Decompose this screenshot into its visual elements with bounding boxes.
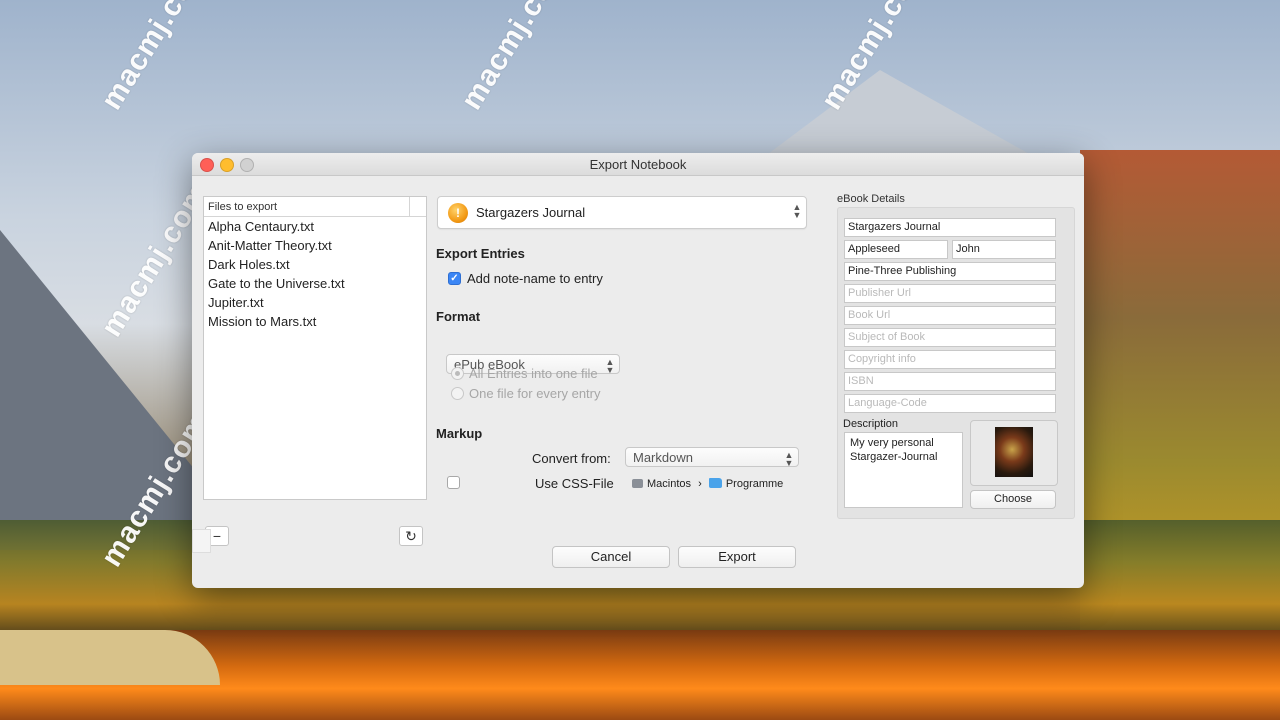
files-list-header[interactable]: Files to export — [204, 197, 426, 217]
add-note-name-checkbox[interactable]: ✓ — [448, 272, 461, 285]
book-url-field[interactable]: Book Url — [844, 306, 1056, 325]
path-separator: › — [698, 478, 702, 490]
chevron-up-down-icon: ▲ ▼ — [784, 450, 794, 468]
cover-image — [995, 427, 1033, 477]
all-entries-radio[interactable] — [451, 367, 464, 380]
description-textarea[interactable]: My very personal Stargazer-Journal — [844, 432, 963, 508]
window-content: Files to export Alpha Centaury.txt Anit-… — [192, 176, 1084, 588]
file-list-item[interactable]: Mission to Mars.txt — [204, 312, 426, 331]
one-file-per-entry-radio[interactable] — [451, 387, 464, 400]
file-list-item[interactable]: Jupiter.txt — [204, 293, 426, 312]
hard-drive-icon — [632, 479, 643, 488]
window-title: Export Notebook — [589, 157, 687, 172]
description-line: My very personal — [850, 437, 934, 449]
book-title-field[interactable]: Stargazers Journal — [844, 218, 1056, 237]
all-entries-label: All Entries into one file — [469, 366, 598, 381]
column-divider — [409, 197, 410, 217]
wallpaper-grass — [0, 630, 220, 685]
isbn-field[interactable]: ISBN — [844, 372, 1056, 391]
chevron-up-down-icon: ▲ ▼ — [792, 202, 802, 220]
cancel-button[interactable]: Cancel — [552, 546, 670, 568]
file-list-item[interactable]: Dark Holes.txt — [204, 255, 426, 274]
markup-heading: Markup — [436, 426, 483, 441]
chevron-up-down-icon: ▲ ▼ — [605, 357, 615, 375]
drawer-handle[interactable] — [192, 529, 211, 553]
wallpaper-mountain-peak — [760, 70, 1040, 160]
author-first-name-field[interactable]: John — [952, 240, 1056, 259]
notebook-select-value: Stargazers Journal — [476, 205, 586, 220]
file-list-item[interactable]: Gate to the Universe.txt — [204, 274, 426, 293]
author-last-name-field[interactable]: Appleseed — [844, 240, 948, 259]
export-button[interactable]: Export — [678, 546, 796, 568]
cover-image-well[interactable] — [970, 420, 1058, 486]
convert-from-select[interactable]: Markdown ▲ ▼ — [625, 447, 799, 468]
publisher-url-field[interactable]: Publisher Url — [844, 284, 1056, 303]
folder-icon — [708, 478, 722, 488]
path-drive: Macintos — [647, 478, 692, 490]
export-notebook-window: Export Notebook Files to export Alpha Ce… — [192, 153, 1084, 588]
description-label: Description — [843, 418, 899, 430]
use-css-checkbox[interactable] — [447, 476, 460, 489]
title-bar[interactable]: Export Notebook — [192, 153, 1084, 176]
path-folder: Programme — [725, 478, 784, 490]
use-css-label: Use CSS-File — [535, 476, 614, 491]
convert-from-value: Markdown — [633, 450, 693, 465]
one-file-per-entry-label: One file for every entry — [469, 386, 601, 401]
notebook-icon: ! — [448, 203, 468, 223]
publisher-field[interactable]: Pine-Three Publishing — [844, 262, 1056, 281]
export-entries-heading: Export Entries — [436, 246, 525, 261]
subject-field[interactable]: Subject of Book — [844, 328, 1056, 347]
refresh-icon[interactable]: ↻ — [399, 526, 423, 546]
ebook-details-heading: eBook Details — [837, 193, 905, 205]
copyright-field[interactable]: Copyright info — [844, 350, 1056, 369]
convert-from-label: Convert from: — [532, 451, 611, 466]
language-code-field[interactable]: Language-Code — [844, 394, 1056, 413]
css-path-control[interactable]: Macintos › Programme — [632, 478, 783, 490]
files-to-export-list[interactable]: Files to export Alpha Centaury.txt Anit-… — [203, 196, 427, 500]
files-list-header-label: Files to export — [208, 201, 278, 213]
choose-cover-button[interactable]: Choose — [970, 490, 1056, 509]
add-note-name-label: Add note-name to entry — [467, 271, 603, 286]
file-list-item[interactable]: Alpha Centaury.txt — [204, 217, 426, 236]
file-list-item[interactable]: Anit-Matter Theory.txt — [204, 236, 426, 255]
description-line: Stargazer-Journal — [850, 451, 938, 463]
notebook-select[interactable]: ! Stargazers Journal ▲ ▼ — [437, 196, 807, 229]
format-heading: Format — [436, 309, 481, 324]
